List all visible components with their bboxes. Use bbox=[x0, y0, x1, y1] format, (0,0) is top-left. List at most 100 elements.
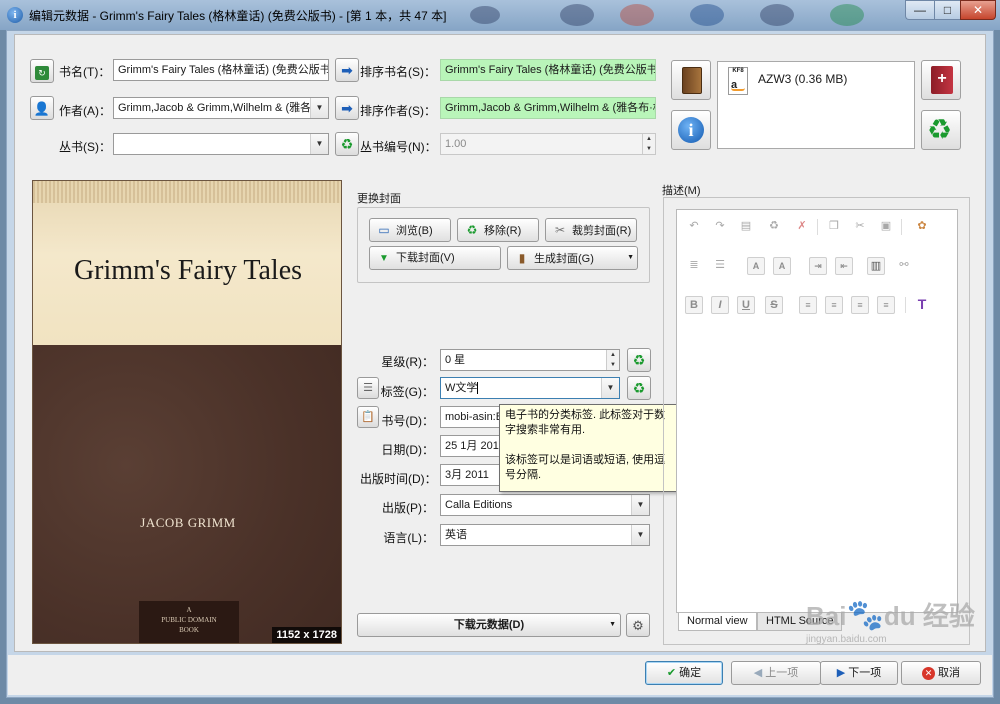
title-bar: i 编辑元数据 - Grimm's Fairy Tales (格林童话) (免费… bbox=[0, 0, 1000, 30]
align-justify-icon[interactable]: ≡ bbox=[877, 296, 895, 314]
metadata-from-format-button[interactable]: i bbox=[671, 110, 711, 150]
manage-authors-button[interactable]: 👤 bbox=[30, 96, 54, 120]
cover-title: Grimm's Fairy Tales bbox=[73, 255, 303, 286]
redo-icon[interactable]: ↷ bbox=[711, 218, 729, 236]
chevron-down-icon[interactable]: ▼ bbox=[609, 614, 616, 636]
strikethrough-icon[interactable]: S bbox=[765, 296, 783, 314]
trim-cover-button[interactable]: ✂ 裁剪封面(R) bbox=[545, 218, 637, 242]
author-sort-label: 排序作者(S)： bbox=[360, 104, 436, 118]
set-cover-from-format-button[interactable] bbox=[671, 60, 711, 100]
spinner-icon: ▲ ▼ bbox=[642, 134, 655, 154]
color-picker-icon[interactable]: ✿ bbox=[913, 218, 931, 236]
remove-format-icon[interactable]: ✗ bbox=[793, 218, 811, 236]
download-metadata-button[interactable]: 下载元数据(D) ▼ bbox=[357, 613, 621, 637]
toolbar-separator bbox=[905, 297, 906, 313]
book-icon: ▮ bbox=[518, 251, 526, 265]
subscript-icon[interactable]: A bbox=[773, 257, 791, 275]
outdent-icon[interactable]: ⇤ bbox=[835, 257, 853, 275]
cover-image[interactable]: Grimm's Fairy Tales JACOB GRIMM A PUBLIC… bbox=[32, 180, 342, 644]
arrow-right-icon: ▶ bbox=[836, 667, 846, 679]
remove-cover-button[interactable]: ♻ 移除(R) bbox=[457, 218, 539, 242]
italic-icon[interactable]: I bbox=[711, 296, 729, 314]
align-left-icon[interactable]: ≡ bbox=[799, 296, 817, 314]
undo-icon[interactable]: ↶ bbox=[685, 218, 703, 236]
select-all-icon[interactable]: ▤ bbox=[737, 218, 755, 236]
title-case-button[interactable]: ↻ bbox=[30, 59, 54, 83]
series-combobox[interactable]: ▼ bbox=[113, 133, 329, 155]
cover-publisher-badge: A PUBLIC DOMAIN BOOK bbox=[139, 601, 239, 643]
rating-spinbox[interactable]: 0 星 ▲ ▼ bbox=[440, 349, 620, 371]
close-button[interactable]: ✕ bbox=[960, 0, 996, 20]
clear-icon[interactable]: ♻ bbox=[765, 218, 783, 236]
previous-label: 上一项 bbox=[765, 667, 799, 679]
recycle-icon: ♻ bbox=[927, 114, 953, 145]
configure-download-button[interactable]: ⚙ bbox=[626, 613, 650, 637]
format-badge: KF8 bbox=[732, 68, 744, 74]
clear-series-button[interactable]: ♻ bbox=[335, 132, 359, 156]
trim-icon: ✂ bbox=[554, 223, 566, 237]
baidu-watermark: Bai🐾du 经验 bbox=[806, 596, 975, 633]
tags-combobox[interactable]: W文学 ▼ bbox=[440, 377, 620, 399]
underline-icon[interactable]: U bbox=[737, 296, 755, 314]
align-right-icon[interactable]: ≡ bbox=[851, 296, 869, 314]
formats-list[interactable]: KF8 a AZW3 (0.36 MB) bbox=[717, 61, 915, 149]
title-label: 书名(T)： bbox=[59, 65, 111, 79]
recycle-icon: ♻ bbox=[632, 380, 646, 396]
superscript-icon[interactable]: A bbox=[747, 257, 765, 275]
copy-author-to-sort-button[interactable]: ➡ bbox=[335, 96, 359, 120]
remove-format-button[interactable]: ♻ bbox=[921, 110, 961, 150]
cut-icon[interactable]: ✂ bbox=[851, 218, 869, 236]
title-input[interactable]: Grimm's Fairy Tales (格林童话) (免费公版书) bbox=[113, 59, 329, 81]
description-editor[interactable]: ↶ ↷ ▤ ♻ ✗ ❐ ✂ ▣ ✿ ≣ ☰ A A ⇥ ⇤ ▥ ⚯ B I U … bbox=[676, 209, 958, 613]
chevron-down-icon[interactable]: ▼ bbox=[631, 525, 649, 545]
add-format-button[interactable]: + bbox=[921, 60, 961, 100]
link-icon[interactable]: ⚯ bbox=[895, 257, 913, 275]
text-color-icon[interactable]: T bbox=[913, 296, 931, 314]
copy-icon[interactable]: ❐ bbox=[825, 218, 843, 236]
author-combobox[interactable]: Grimm,Jacob & Grimm,Wilhelm & (雅各布· ▼ bbox=[113, 97, 329, 119]
generate-cover-button[interactable]: ▮ 生成封面(G) ▼ bbox=[507, 246, 638, 270]
ok-button[interactable]: ✔ 确定 bbox=[645, 661, 723, 685]
next-button[interactable]: ▶ 下一项 bbox=[820, 661, 898, 685]
series-index-input[interactable]: 1.00 ▲ ▼ bbox=[440, 133, 656, 155]
chevron-down-icon[interactable]: ▼ bbox=[627, 247, 634, 269]
spinner-icon[interactable]: ▲ ▼ bbox=[606, 350, 619, 370]
cancel-icon: ✕ bbox=[921, 667, 935, 680]
paste-icon[interactable]: ▣ bbox=[877, 218, 895, 236]
ordered-list-icon[interactable]: ≣ bbox=[685, 257, 703, 275]
bold-icon[interactable]: B bbox=[685, 296, 703, 314]
watermark-text: Bai bbox=[806, 601, 847, 631]
browse-cover-button[interactable]: ▭ 浏览(B) bbox=[369, 218, 451, 242]
watermark-url: jingyan.baidu.com bbox=[806, 634, 887, 645]
previous-button[interactable]: ◀ 上一项 bbox=[731, 661, 821, 685]
badge-line: A bbox=[186, 606, 192, 614]
author-sort-input[interactable]: Grimm,Jacob & Grimm,Wilhelm & (雅各布·格林 bbox=[440, 97, 656, 119]
copy-title-to-sort-button[interactable]: ➡ bbox=[335, 58, 359, 82]
chevron-down-icon[interactable]: ▼ bbox=[631, 495, 649, 515]
publisher-combobox[interactable]: Calla Editions ▼ bbox=[440, 494, 650, 516]
minimize-button[interactable]: — bbox=[905, 0, 934, 20]
cover-author: JACOB GRIMM bbox=[140, 515, 236, 530]
indent-icon[interactable]: ⇥ bbox=[809, 257, 827, 275]
add-book-icon: + bbox=[931, 66, 953, 94]
format-item[interactable]: KF8 a bbox=[728, 67, 748, 95]
download-cover-button[interactable]: ▼ 下载封面(V) bbox=[369, 246, 501, 270]
remove-label: 移除(R) bbox=[484, 225, 522, 237]
ok-label: 确定 bbox=[679, 667, 702, 679]
maximize-button[interactable]: □ bbox=[934, 0, 960, 20]
chevron-down-icon[interactable]: ▼ bbox=[310, 134, 328, 154]
chevron-down-icon[interactable]: ▼ bbox=[310, 98, 328, 118]
clear-tags-button[interactable]: ♻ bbox=[627, 376, 651, 400]
tab-normal-view[interactable]: Normal view bbox=[678, 613, 757, 631]
cancel-button[interactable]: ✕ 取消 bbox=[901, 661, 981, 685]
badge-line: PUBLIC DOMAIN bbox=[161, 616, 217, 624]
recycle-icon: ♻ bbox=[466, 223, 478, 237]
clear-rating-button[interactable]: ♻ bbox=[627, 348, 651, 372]
title-sort-input[interactable]: Grimm's Fairy Tales (格林童话) (免费公版书) bbox=[440, 59, 656, 81]
block-style-icon[interactable]: ▥ bbox=[867, 257, 885, 275]
language-combobox[interactable]: 英语 ▼ bbox=[440, 524, 650, 546]
align-center-icon[interactable]: ≡ bbox=[825, 296, 843, 314]
unordered-list-icon[interactable]: ☰ bbox=[711, 257, 729, 275]
description-label: 描述(M) bbox=[662, 185, 701, 197]
chevron-down-icon[interactable]: ▼ bbox=[601, 378, 619, 398]
